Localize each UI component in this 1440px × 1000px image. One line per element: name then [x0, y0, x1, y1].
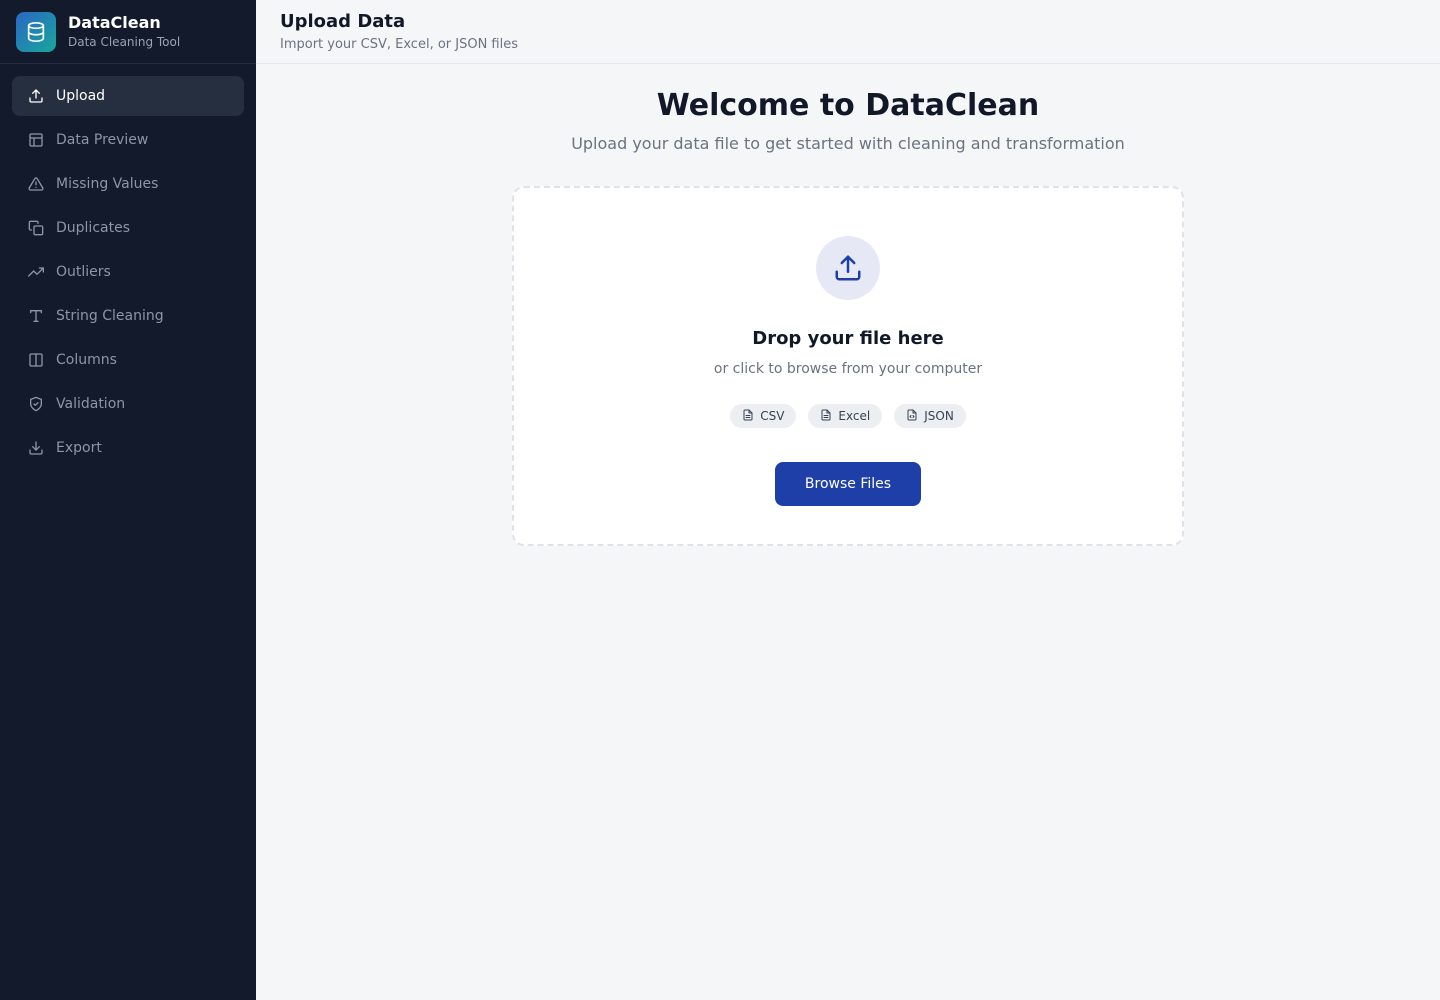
sidebar-item-label: Validation [56, 396, 126, 412]
shield-check-icon [28, 396, 44, 412]
type-icon [28, 308, 44, 324]
welcome-subtitle: Upload your data file to get started wit… [571, 134, 1125, 153]
table-icon [28, 132, 44, 148]
sidebar-item-label: Duplicates [56, 220, 130, 236]
format-badge-excel: Excel [808, 404, 883, 428]
file-dropzone[interactable]: Drop your file here or click to browse f… [512, 186, 1184, 546]
dropzone-subtitle: or click to browse from your computer [713, 361, 983, 377]
sidebar-item-data-preview[interactable]: Data Preview [12, 120, 244, 160]
dropzone-title: Drop your file here [752, 328, 944, 349]
copy-icon [28, 220, 44, 236]
upload-content: Welcome to DataClean Upload your data fi… [256, 64, 1440, 546]
main-area: Upload Data Import your CSV, Excel, or J… [256, 0, 1440, 1000]
sidebar-item-string-cleaning[interactable]: String Cleaning [12, 296, 244, 336]
sidebar-item-export[interactable]: Export [12, 428, 244, 468]
sidebar-item-outliers[interactable]: Outliers [12, 252, 244, 292]
sidebar: DataClean Data Cleaning Tool Upload Data… [0, 0, 256, 1000]
sidebar-item-label: String Cleaning [56, 308, 164, 324]
sidebar-item-label: Missing Values [56, 176, 159, 192]
file-text-icon [742, 409, 754, 424]
format-label: CSV [760, 409, 785, 423]
sidebar-item-label: Columns [56, 352, 117, 368]
file-text-icon [820, 409, 832, 424]
database-icon [16, 11, 56, 52]
columns-icon [28, 352, 44, 368]
sidebar-item-label: Outliers [56, 264, 111, 280]
format-label: Excel [838, 409, 871, 423]
sidebar-item-upload[interactable]: Upload [12, 76, 244, 116]
page-subtitle: Import your CSV, Excel, or JSON files [280, 37, 519, 52]
sidebar-item-label: Data Preview [56, 132, 149, 148]
welcome-title: Welcome to DataClean [656, 88, 1040, 123]
format-badges: CSV Excel JSON [730, 404, 966, 428]
page-title: Upload Data [280, 11, 406, 32]
warning-triangle-icon [28, 176, 44, 192]
brand-name: DataClean [68, 13, 161, 32]
file-code-icon [906, 409, 918, 424]
format-label: JSON [924, 409, 954, 423]
sidebar-item-missing-values[interactable]: Missing Values [12, 164, 244, 204]
format-badge-csv: CSV [730, 404, 797, 428]
download-icon [28, 440, 44, 456]
upload-icon [28, 88, 44, 104]
sidebar-item-columns[interactable]: Columns [12, 340, 244, 380]
format-badge-json: JSON [894, 404, 966, 428]
brand-text: DataClean Data Cleaning Tool [68, 13, 180, 50]
trending-up-icon [28, 264, 44, 280]
sidebar-item-validation[interactable]: Validation [12, 384, 244, 424]
upload-cloud-icon [816, 236, 880, 300]
sidebar-nav: Upload Data Preview Missing Values Dupli… [0, 64, 256, 480]
sidebar-item-label: Export [56, 440, 102, 456]
app-root: DataClean Data Cleaning Tool Upload Data… [0, 0, 1440, 1000]
page-header: Upload Data Import your CSV, Excel, or J… [256, 0, 1440, 64]
browse-files-button[interactable]: Browse Files [775, 462, 921, 506]
brand: DataClean Data Cleaning Tool [0, 0, 256, 64]
sidebar-item-duplicates[interactable]: Duplicates [12, 208, 244, 248]
sidebar-item-label: Upload [56, 88, 106, 104]
brand-subtitle: Data Cleaning Tool [68, 35, 181, 49]
